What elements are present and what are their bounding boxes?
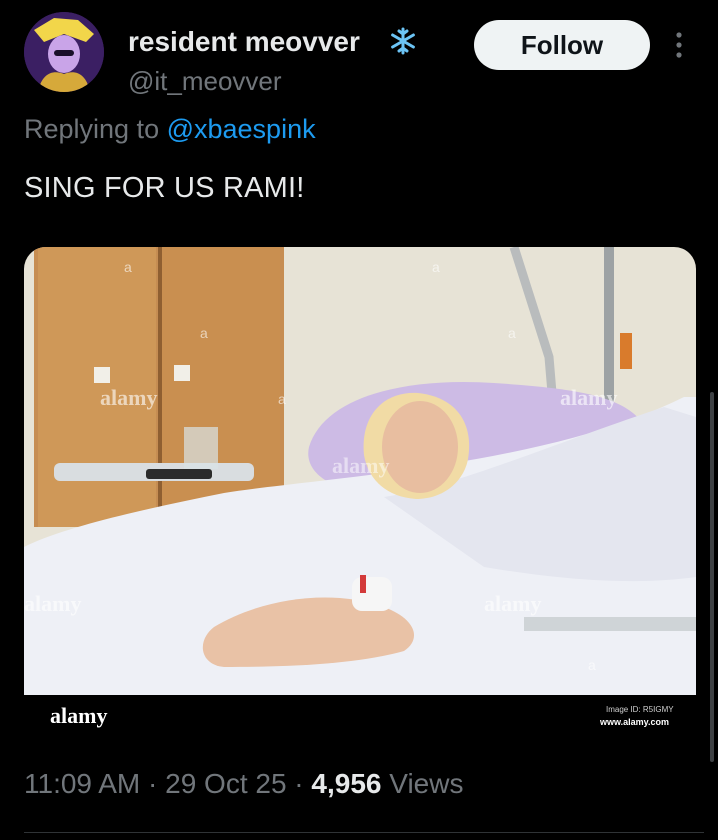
tweet-time[interactable]: 11:09 AM	[24, 768, 140, 799]
views-label: Views	[381, 768, 464, 799]
reply-prefix: Replying to	[24, 114, 167, 144]
watermark-3: alamy	[332, 453, 390, 478]
watermark-small-5: a	[278, 391, 286, 407]
tweet-media[interactable]: alamy alamy alamy alamy alamy a a a a a …	[24, 247, 696, 739]
meta-sep-2: ·	[286, 768, 312, 799]
watermark-small-6: a	[588, 657, 596, 673]
views-count: 4,956	[311, 768, 382, 799]
tweet-meta: 11:09 AM · 29 Oct 25 · 4,956 Views	[24, 768, 463, 800]
watermark-small-1: a	[124, 259, 132, 275]
alamy-logo: alamy	[50, 703, 108, 728]
watermark-1: alamy	[100, 385, 158, 410]
watermark-5: alamy	[484, 591, 542, 616]
watermark-small-2: a	[432, 259, 440, 275]
tweet-text: SING FOR US RAMI!	[24, 172, 305, 204]
divider	[24, 832, 704, 833]
watermark-4: alamy	[24, 591, 82, 616]
watermark-small-3: a	[200, 325, 208, 341]
watermark-2: alamy	[560, 385, 618, 410]
image-id: Image ID: R5IGMY	[606, 705, 674, 714]
scrollbar[interactable]	[710, 392, 714, 762]
avatar-image	[24, 12, 104, 92]
meta-sep-1: ·	[140, 768, 166, 799]
tweet-date[interactable]: 29 Oct 25	[165, 768, 286, 799]
watermark-small-4: a	[508, 325, 516, 341]
avatar[interactable]	[24, 12, 104, 92]
snowflake-icon	[391, 27, 415, 55]
display-name[interactable]: resident meovver	[128, 26, 360, 58]
more-vertical-icon[interactable]	[670, 30, 688, 60]
reply-handle-link[interactable]: @xbaespink	[167, 114, 316, 144]
follow-button[interactable]: Follow	[474, 20, 650, 70]
user-handle[interactable]: @it_meovver	[128, 66, 282, 97]
tweet-header: resident meovver @it_meovver Follow	[24, 12, 704, 96]
replying-to: Replying to @xbaespink	[24, 114, 316, 145]
alamy-site: www.alamy.com	[600, 717, 670, 727]
